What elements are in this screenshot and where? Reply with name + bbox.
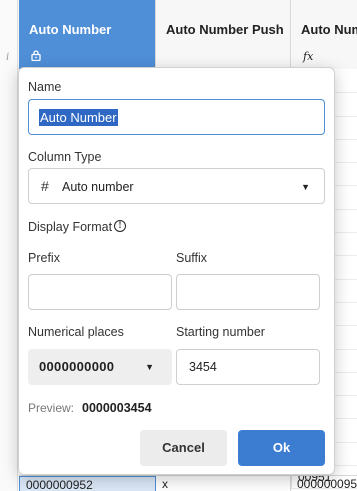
column-header-auto-number[interactable]: Auto Number: [19, 0, 156, 69]
cell-col3[interactable]: 0000000952: [291, 476, 357, 491]
formula-icon: 𝑓x: [303, 50, 314, 63]
cancel-button[interactable]: Cancel: [140, 430, 227, 466]
ok-button[interactable]: Ok: [238, 430, 325, 466]
preview-value: 0000003454: [82, 401, 152, 415]
suffix-input[interactable]: [176, 274, 320, 310]
lock-icon: [31, 50, 41, 64]
cell-push[interactable]: x: [156, 476, 291, 491]
starting-number-input[interactable]: 3454: [176, 349, 320, 385]
name-input[interactable]: Auto Number: [28, 99, 325, 135]
cell-auto-number[interactable]: 0000000952: [19, 476, 156, 491]
prefix-input[interactable]: [28, 274, 172, 310]
name-input-value: Auto Number: [39, 109, 118, 126]
column-type-label: Column Type: [28, 150, 102, 164]
table-row[interactable]: 0000000952 x 0000000952: [19, 475, 357, 491]
starting-number-label: Starting number: [176, 325, 265, 339]
column-title: Auto Numb: [301, 22, 357, 37]
prefix-label: Prefix: [28, 251, 60, 265]
preview-label: Preview:: [28, 401, 75, 415]
hash-icon: #: [41, 178, 49, 194]
display-format-label: Display Format: [28, 220, 113, 234]
name-label: Name: [28, 80, 62, 94]
column-header-auto-number-3[interactable]: Auto Numb 𝑓x: [291, 0, 357, 69]
suffix-label: Suffix: [176, 251, 208, 265]
column-title: Auto Number Push: [166, 22, 284, 37]
edit-column-dialog: Name Auto Number Column Type # Auto numb…: [18, 67, 335, 475]
help-icon[interactable]: !: [114, 220, 126, 232]
numerical-places-value: 0000000000: [39, 359, 115, 374]
column-type-select[interactable]: # Auto number ▼: [28, 168, 325, 204]
chevron-down-icon: ▼: [145, 362, 154, 372]
chevron-down-icon: ▼: [301, 182, 310, 192]
numerical-places-label: Numerical places: [28, 325, 124, 339]
column-type-value: Auto number: [62, 180, 134, 194]
column-header-auto-number-push[interactable]: Auto Number Push: [156, 0, 291, 69]
info-icon: i: [6, 52, 10, 63]
column-title: Auto Number: [29, 22, 112, 37]
row-number-column: i: [0, 0, 18, 491]
starting-number-value: 3454: [189, 360, 217, 374]
numerical-places-select[interactable]: 0000000000 ▼: [28, 349, 172, 385]
